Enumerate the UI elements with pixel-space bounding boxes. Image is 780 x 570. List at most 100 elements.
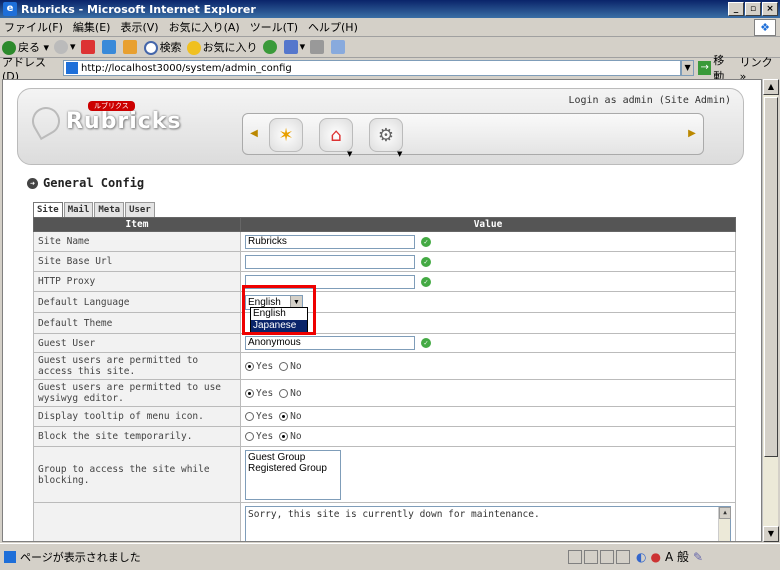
row-label: Default Theme <box>33 312 241 334</box>
language-dropdown-list: English Japanese <box>250 307 308 333</box>
mail-button[interactable]: ▾ <box>283 40 305 54</box>
language-option-japanese[interactable]: Japanese <box>251 320 307 332</box>
home-icon <box>122 40 137 54</box>
page-icon <box>65 62 78 74</box>
ime-input-mode[interactable]: A 般 <box>665 548 689 565</box>
page-title: ➜ General Config <box>27 176 144 190</box>
search-button[interactable]: 検索 <box>143 39 182 55</box>
address-input[interactable]: http://localhost3000/system/admin_config <box>62 60 681 76</box>
row-label: Site Name <box>33 231 241 252</box>
table-row: Reason of blocking the site Sorry, this … <box>33 502 736 541</box>
tooltip-yes-radio[interactable]: Yes <box>245 411 273 422</box>
login-info: Login as admin (Site Admin) <box>568 95 731 106</box>
stop-button[interactable] <box>80 40 97 54</box>
check-icon: ✓ <box>421 338 431 348</box>
home-menu-icon[interactable]: ⌂ <box>319 118 353 152</box>
row-label: Display tooltip of menu icon. <box>33 406 241 427</box>
guest-wysiwyg-yes-radio[interactable]: Yes <box>245 388 273 399</box>
forward-arrow-icon <box>54 40 69 54</box>
mail-icon <box>283 40 298 54</box>
edit-icon <box>331 40 346 54</box>
row-label: Guest users are permitted to use wysiwyg… <box>33 379 241 407</box>
ime-toolbar: ◐ ● A 般 ✎ <box>636 548 703 565</box>
home-button[interactable] <box>122 40 139 54</box>
star-icon <box>186 41 201 55</box>
check-icon: ✓ <box>421 236 431 247</box>
table-row: Guest users are permitted to access this… <box>33 352 736 380</box>
address-bar: アドレス(D) http://localhost3000/system/admi… <box>0 54 780 83</box>
menu-favorites[interactable]: お気に入り(A) <box>169 19 240 35</box>
table-row: Default Theme <box>33 312 736 334</box>
menu-file[interactable]: ファイル(F) <box>4 19 63 35</box>
column-header-item: Item <box>33 217 241 232</box>
circle-arrow-icon: ➜ <box>27 177 38 189</box>
maximize-button[interactable]: ▫ <box>745 2 761 16</box>
history-button[interactable] <box>262 40 279 54</box>
table-row: Group to access the site while blocking.… <box>33 446 736 503</box>
guest-wysiwyg-no-radio[interactable]: No <box>279 388 302 399</box>
table-header: Item Value <box>33 217 736 232</box>
user-group-icon[interactable]: ✶ <box>269 118 303 152</box>
go-arrow-icon: → <box>698 61 712 75</box>
home-menu-dropdown-icon[interactable]: ▼ <box>347 150 352 158</box>
edit-button[interactable] <box>331 40 347 54</box>
window-title: Rubricks - Microsoft Internet Explorer <box>21 2 256 16</box>
logo-text: Rubricks <box>66 108 182 134</box>
http-proxy-input[interactable] <box>245 274 415 289</box>
config-table: Item Value Site Name Rubricks ✓ Site Base… <box>33 217 736 541</box>
site-base-url-input[interactable] <box>245 254 415 269</box>
row-label: Reason of blocking the site <box>33 502 241 541</box>
favorites-button[interactable]: お気に入り <box>186 39 258 55</box>
menu-tools[interactable]: ツール(T) <box>250 19 298 35</box>
block-group-listbox[interactable]: Guest Group Registered Group <box>245 449 341 500</box>
ime-mode-icon[interactable]: ● <box>650 550 660 564</box>
menu-edit[interactable]: 編集(E) <box>73 19 111 35</box>
nav-left-arrow-icon[interactable]: ◀ <box>249 124 259 144</box>
site-name-input[interactable]: Rubricks <box>245 234 415 249</box>
row-label: Guest User <box>33 333 241 353</box>
search-icon <box>143 41 158 55</box>
table-row: Site Base Url ✓ <box>33 251 736 272</box>
refresh-button[interactable] <box>101 40 118 54</box>
page-viewport: Login as admin (Site Admin) Rubricks ルブリ… <box>2 79 762 542</box>
nav-right-arrow-icon[interactable]: ▶ <box>687 124 697 144</box>
forward-button[interactable]: ▾ <box>54 40 76 54</box>
minimize-button[interactable]: _ <box>728 2 744 16</box>
guest-access-yes-radio[interactable]: Yes <box>245 361 273 372</box>
textarea-scrollbar[interactable]: ▲ <box>718 506 731 541</box>
print-button[interactable] <box>310 40 326 54</box>
gear-icon[interactable]: ⚙ <box>369 118 403 152</box>
list-item[interactable]: Registered Group <box>248 463 338 474</box>
browser-toolbar: 戻る ▾ ▾ 検索 お気に入り ▾ <box>0 37 780 58</box>
menu-help[interactable]: ヘルプ(H) <box>308 19 358 35</box>
check-icon: ✓ <box>421 276 431 287</box>
list-item[interactable]: Guest Group <box>248 452 338 463</box>
block-site-no-radio[interactable]: No <box>279 431 302 442</box>
language-option-english[interactable]: English <box>251 308 307 320</box>
history-icon <box>262 40 277 54</box>
gear-menu-dropdown-icon[interactable]: ▼ <box>397 150 402 158</box>
page-scrollbar[interactable]: ▲ ▼ <box>762 79 779 542</box>
block-site-yes-radio[interactable]: Yes <box>245 431 273 442</box>
table-row: Guest users are permitted to use wysiwyg… <box>33 379 736 407</box>
menu-view[interactable]: 表示(V) <box>120 19 158 35</box>
row-label: Block the site temporarily. <box>33 426 241 447</box>
ime-icon[interactable]: ◐ <box>636 550 646 564</box>
guest-access-no-radio[interactable]: No <box>279 361 302 372</box>
guest-user-input[interactable]: Anonymous <box>245 336 415 350</box>
block-reason-textarea[interactable]: Sorry, this site is currently down for m… <box>245 505 731 541</box>
row-label: Default Language <box>33 291 241 313</box>
scroll-thumb[interactable] <box>764 97 778 457</box>
window-controls: _ ▫ × <box>728 2 778 16</box>
ime-tools-icon[interactable]: ✎ <box>693 550 703 564</box>
scroll-up-icon[interactable]: ▲ <box>763 79 779 95</box>
row-label: HTTP Proxy <box>33 271 241 292</box>
close-button[interactable]: × <box>762 2 778 16</box>
scroll-down-icon[interactable]: ▼ <box>763 526 779 542</box>
site-logo[interactable]: Rubricks ルブリクス <box>26 101 182 141</box>
tooltip-no-radio[interactable]: No <box>279 411 302 422</box>
row-label: Site Base Url <box>33 251 241 272</box>
address-dropdown-button[interactable]: ▼ <box>681 60 695 76</box>
scroll-up-icon[interactable]: ▲ <box>719 506 731 519</box>
ie-icon: e <box>3 2 17 16</box>
